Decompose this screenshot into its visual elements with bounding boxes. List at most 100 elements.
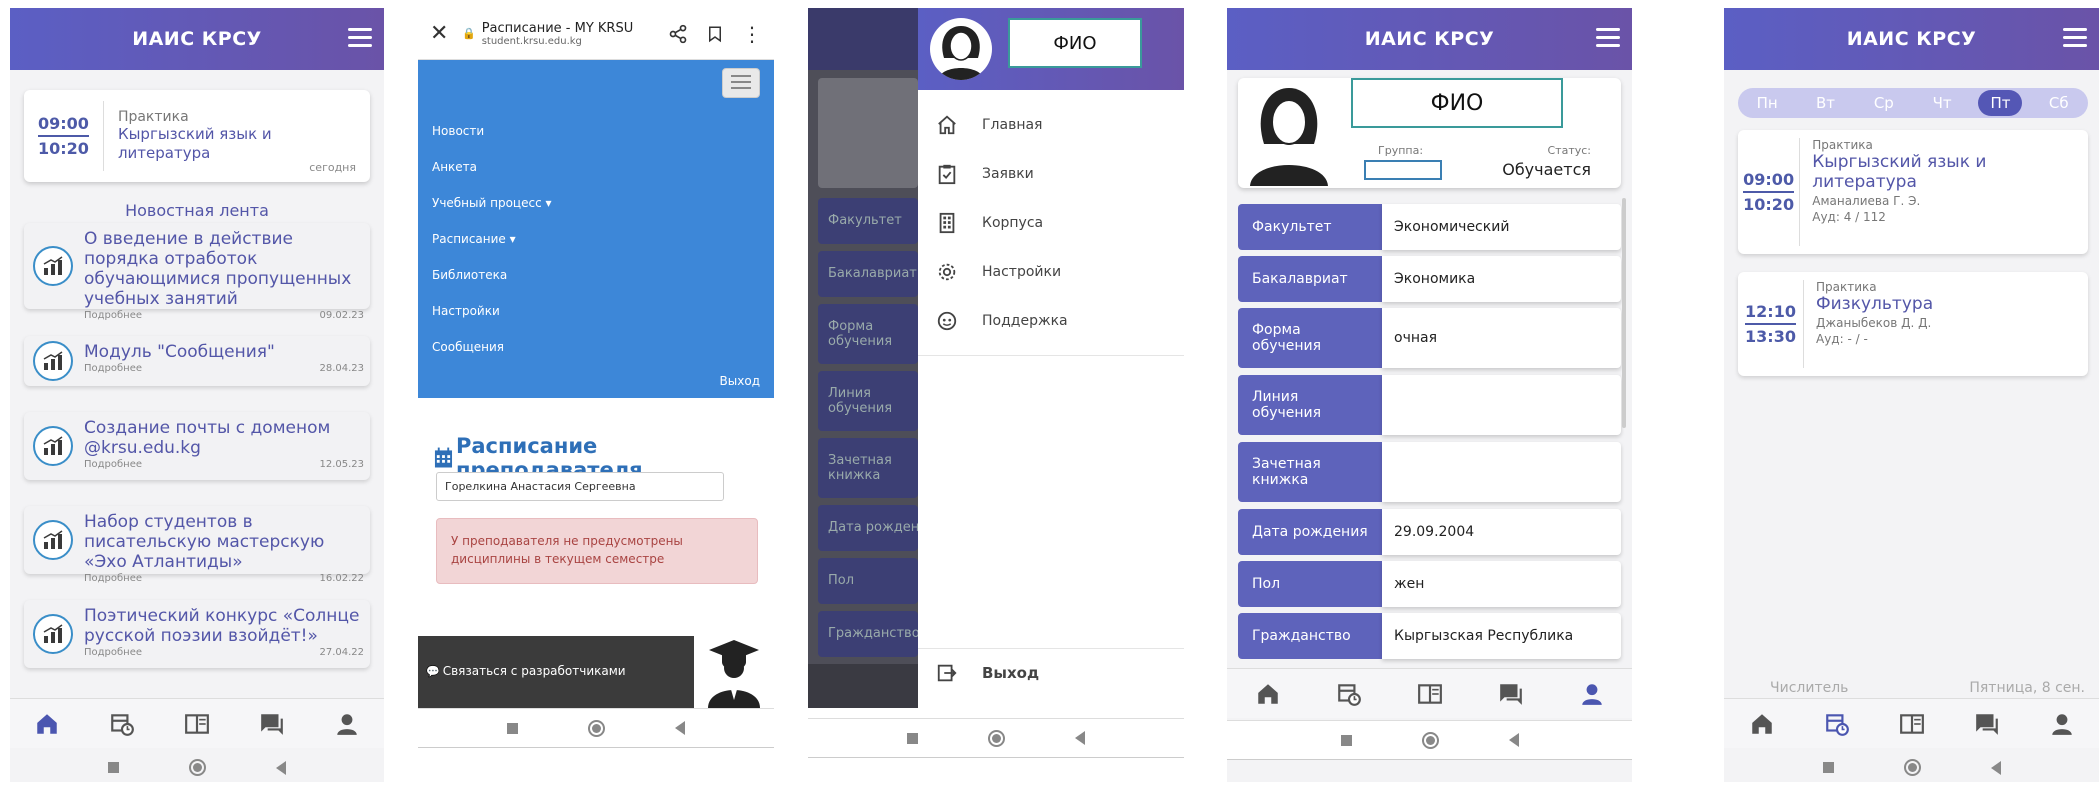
recent-apps-icon[interactable] xyxy=(507,722,518,734)
scrollbar[interactable] xyxy=(1622,198,1626,428)
graduate-illustration xyxy=(694,636,774,708)
day-tab[interactable]: Пн xyxy=(1745,90,1789,116)
recent-apps-icon[interactable] xyxy=(108,762,119,773)
menu-item-survey[interactable]: Анкета xyxy=(432,160,477,174)
sidebar-item-support[interactable]: Поддержка xyxy=(918,296,1184,345)
sidebar-item-settings[interactable]: Настройки xyxy=(918,247,1184,296)
record-book-icon[interactable] xyxy=(1417,681,1443,707)
lesson-card[interactable]: 12:10 13:30 Практика Физкультура Джаныбек… xyxy=(1738,272,2088,376)
lesson-card[interactable]: 09:00 10:20 Практика Кыргызский язык и ли… xyxy=(1738,130,2088,254)
menu-icon[interactable] xyxy=(2063,28,2087,48)
back-icon[interactable] xyxy=(675,721,685,735)
lesson-when: сегодня xyxy=(309,161,356,174)
messages-icon[interactable] xyxy=(259,711,285,737)
menu-item-library[interactable]: Библиотека xyxy=(432,268,507,282)
logout-link[interactable]: Выход xyxy=(720,374,760,388)
schedule-icon[interactable] xyxy=(1824,711,1850,737)
sidebar-logout[interactable]: Выход xyxy=(918,648,1184,697)
day-tab-active[interactable]: Пт xyxy=(1978,90,2023,116)
sidebar-drawer: ФИО Главная Заявки Корпуса Настройки Под… xyxy=(918,8,1184,708)
site-nav-menu: Новости Анкета Учебный процесс ▾ Расписа… xyxy=(418,60,774,398)
profile-card: ФИО Группа: Статус: Обучается xyxy=(1238,78,1621,188)
chart-icon xyxy=(33,426,73,466)
profile-icon[interactable] xyxy=(1579,681,1605,707)
app-header: ИАИС КРСУ xyxy=(10,8,384,70)
bookmark-icon[interactable] xyxy=(706,24,724,44)
avatar xyxy=(930,18,992,80)
sidebar-item-requests[interactable]: Заявки xyxy=(918,149,1184,198)
record-book-icon[interactable] xyxy=(1899,711,1925,737)
back-icon[interactable] xyxy=(1075,731,1085,745)
back-icon[interactable] xyxy=(276,760,286,775)
browser-toolbar: ✕ 🔒 Расписание - MY KRSU student.krsu.ed… xyxy=(418,8,774,60)
messages-icon[interactable] xyxy=(1974,711,2000,737)
profile-icon[interactable] xyxy=(2049,711,2075,737)
recent-apps-icon[interactable] xyxy=(1822,762,1834,773)
system-nav xyxy=(1724,748,2099,782)
news-item[interactable]: Создание почты с доменом @krsu.edu.kg По… xyxy=(24,412,370,480)
sidebar-item-buildings[interactable]: Корпуса xyxy=(918,198,1184,247)
recent-apps-icon[interactable] xyxy=(907,732,918,744)
system-nav xyxy=(10,748,384,782)
home-icon[interactable] xyxy=(1255,681,1281,707)
today-lesson-card[interactable]: 09:00 10:20 Практика Кыргызский язык и л… xyxy=(24,90,370,182)
record-book-icon[interactable] xyxy=(184,711,210,737)
profile-icon[interactable] xyxy=(334,711,360,737)
messages-icon[interactable] xyxy=(1498,681,1524,707)
home-icon[interactable] xyxy=(1749,711,1775,737)
back-icon[interactable] xyxy=(1508,733,1519,747)
home-button-icon[interactable] xyxy=(1421,731,1439,749)
share-icon[interactable] xyxy=(668,24,688,44)
profile-row: Форма обучения очная xyxy=(1238,308,1621,368)
chart-icon xyxy=(33,614,73,654)
fio-box: ФИО xyxy=(1351,78,1563,128)
home-icon[interactable] xyxy=(34,711,60,737)
dimmed-background[interactable]: Факультет Бакалавриат Форма обучения Лин… xyxy=(808,8,918,708)
drawer-header: ФИО xyxy=(918,8,1184,90)
bottom-nav xyxy=(10,698,384,748)
menu-toggle-button[interactable] xyxy=(722,68,760,98)
app-header: ИАИС КРСУ xyxy=(1227,8,1632,70)
day-tab[interactable]: Сб xyxy=(2037,90,2081,116)
menu-item-study[interactable]: Учебный процесс ▾ xyxy=(432,196,552,210)
menu-item-settings[interactable]: Настройки xyxy=(432,304,500,318)
menu-item-news[interactable]: Новости xyxy=(432,124,484,138)
news-item[interactable]: Набор студентов в писательскую мастерску… xyxy=(24,506,370,584)
bottom-nav xyxy=(1227,668,1632,718)
profile-row: Зачетная книжка xyxy=(1238,442,1621,502)
app-title: ИАИС КРСУ xyxy=(1364,28,1495,50)
contact-developers-link[interactable]: 💬 Связаться с разработчиками xyxy=(426,664,626,678)
home-button-icon[interactable] xyxy=(189,759,206,776)
news-item[interactable]: Поэтический конкурс «Солнце русской поэз… xyxy=(24,600,370,668)
news-item[interactable]: О введение в действие порядка отработок … xyxy=(24,223,370,321)
bg-row: Форма обучения xyxy=(818,304,918,364)
day-tab[interactable]: Вт xyxy=(1803,90,1847,116)
menu-item-schedule[interactable]: Расписание ▾ xyxy=(432,232,516,246)
news-item[interactable]: Модуль "Сообщения" Подробнее 28.04.23 xyxy=(24,336,370,386)
back-icon[interactable] xyxy=(1990,760,2001,775)
schedule-icon[interactable] xyxy=(1336,681,1362,707)
browser-url[interactable]: student.krsu.edu.kg xyxy=(482,36,668,47)
schedule-icon[interactable] xyxy=(109,711,135,737)
home-button-icon[interactable] xyxy=(1903,759,1921,776)
profile-row: Гражданство Кыргызская Республика xyxy=(1238,613,1621,659)
close-icon[interactable]: ✕ xyxy=(430,21,456,46)
profile-row: Пол жен xyxy=(1238,561,1621,607)
home-button-icon[interactable] xyxy=(588,719,605,737)
sidebar-item-home[interactable]: Главная xyxy=(918,100,1184,149)
profile-screen: ИАИС КРСУ ФИО Группа: Статус: Обучается … xyxy=(1227,8,1632,782)
menu-icon[interactable] xyxy=(1596,28,1620,48)
day-tab[interactable]: Чт xyxy=(1920,90,1964,116)
teacher-input[interactable] xyxy=(436,472,724,501)
menu-icon[interactable] xyxy=(348,28,372,48)
menu-item-messages[interactable]: Сообщения xyxy=(432,340,504,354)
day-tab[interactable]: Ср xyxy=(1862,90,1906,116)
bottom-nav xyxy=(1724,698,2099,748)
bg-row: Факультет xyxy=(818,198,918,244)
gear-icon xyxy=(938,263,956,280)
home-button-icon[interactable] xyxy=(988,729,1005,747)
support-icon xyxy=(937,311,957,330)
more-options-icon[interactable]: ⋮ xyxy=(742,24,762,44)
schedule-screen: ИАИС КРСУ Пн Вт Ср Чт Пт Сб 09:00 10:20 П… xyxy=(1724,8,2099,782)
recent-apps-icon[interactable] xyxy=(1340,734,1352,746)
